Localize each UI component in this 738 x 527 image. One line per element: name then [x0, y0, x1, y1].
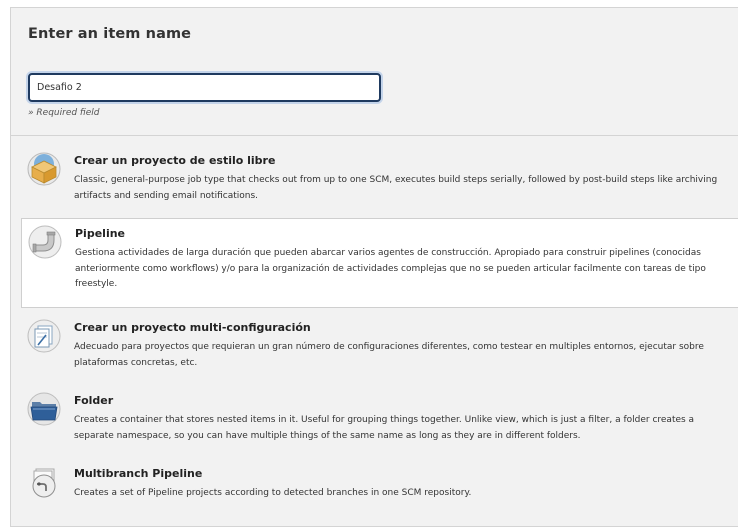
item-type-description: Gestiona actividades de larga duración q…: [75, 248, 706, 289]
item-type-description: Classic, general-purpose job type that c…: [74, 175, 718, 201]
item-type-name: Crear un proyecto de estilo libre: [74, 154, 276, 167]
item-type-multi-configuration[interactable]: Crear un proyecto multi-configuración Ad…: [21, 313, 738, 381]
item-type-name: Multibranch Pipeline: [74, 467, 203, 480]
folder-icon: [27, 392, 61, 426]
new-item-panel: Enter an item name » Required field Crea…: [10, 7, 738, 527]
multi-config-icon: [27, 319, 61, 353]
item-type-folder[interactable]: Folder Creates a container that stores n…: [21, 386, 738, 454]
item-type-name: Crear un proyecto multi-configuración: [74, 321, 311, 334]
item-name-section: Enter an item name » Required field: [11, 8, 738, 136]
item-type-name: Folder: [74, 394, 114, 407]
freestyle-box-icon: [27, 152, 61, 186]
multibranch-pipeline-icon: [27, 465, 61, 499]
item-type-multibranch-pipeline[interactable]: Multibranch Pipeline Creates a set of Pi…: [21, 459, 738, 519]
item-type-description: Creates a set of Pipeline projects accor…: [74, 488, 472, 498]
item-type-description: Creates a container that stores nested i…: [74, 415, 695, 441]
item-type-freestyle[interactable]: Crear un proyecto de estilo libre Classi…: [21, 146, 738, 214]
item-type-name: Pipeline: [75, 227, 125, 240]
pipeline-pipe-icon: [28, 225, 62, 259]
item-type-pipeline[interactable]: Pipeline Gestiona actividades de larga d…: [21, 218, 738, 308]
item-name-input[interactable]: [28, 73, 381, 102]
item-type-description: Adecuado para proyectos que requieran un…: [74, 342, 704, 368]
page-title: Enter an item name: [28, 26, 192, 42]
required-field-hint: » Required field: [28, 108, 100, 118]
